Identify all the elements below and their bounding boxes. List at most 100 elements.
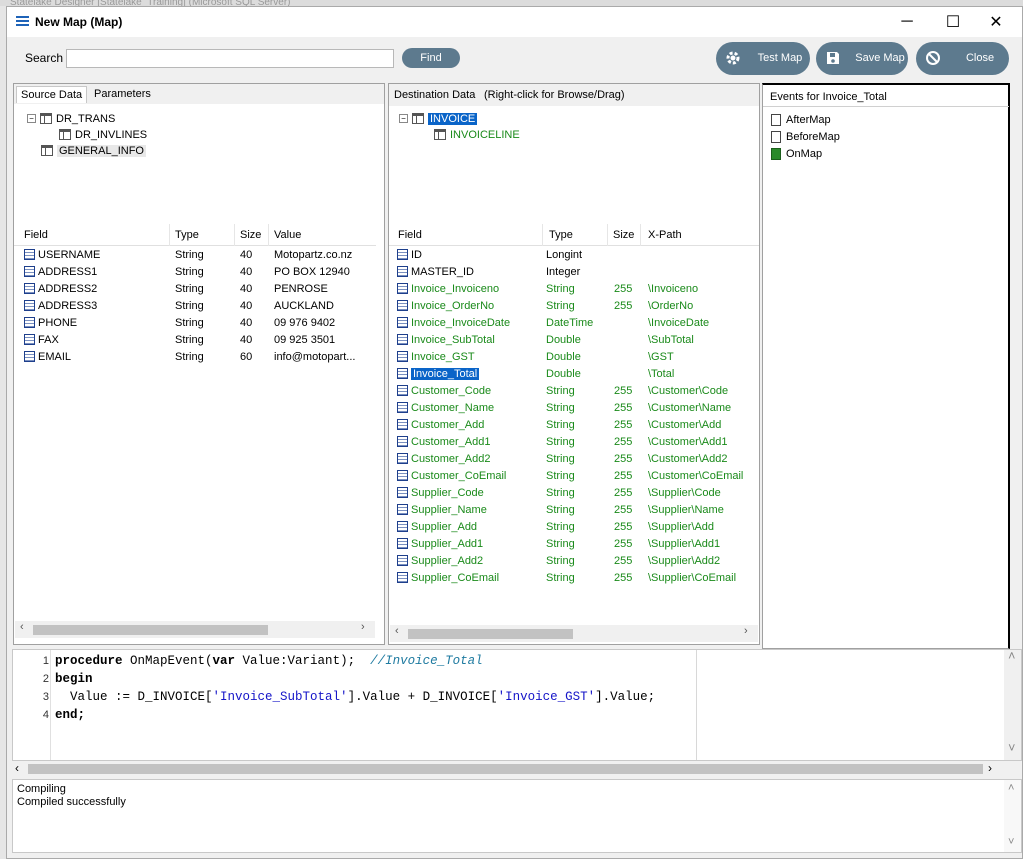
table-row[interactable]: Invoice_SubTotal Double \SubTotal (389, 332, 759, 349)
maximize-button[interactable]: ☐ (930, 7, 976, 37)
column-header-field[interactable]: Field (398, 229, 422, 241)
table-row[interactable]: ADDRESS2 String 40 PENROSE (14, 281, 376, 298)
column-divider[interactable] (169, 224, 170, 246)
code-token: Value:Variant); (235, 654, 371, 668)
field-name: Supplier_CoEmail (411, 572, 500, 584)
scroll-right-icon[interactable]: › (361, 621, 365, 633)
tree-node-general-info[interactable]: GENERAL_INFO (41, 143, 146, 158)
save-map-button[interactable]: Save Map (816, 42, 908, 75)
xpath-cell: \Total (648, 368, 675, 380)
table-row[interactable]: Supplier_Code String 255 \Supplier\Code (389, 485, 759, 502)
column-divider[interactable] (607, 224, 608, 246)
test-map-label: Test Map (757, 52, 803, 64)
scroll-right-icon[interactable]: › (744, 625, 748, 637)
table-row[interactable]: Customer_Code String 255 \Customer\Code (389, 383, 759, 400)
column-divider[interactable] (542, 224, 543, 246)
size-cell: 255 (614, 572, 633, 584)
size-cell: 40 (240, 317, 253, 329)
field-icon (24, 266, 35, 277)
table-row[interactable]: Supplier_CoEmail String 255 \Supplier\CoEma… (389, 570, 759, 587)
test-map-button[interactable]: Test Map (716, 42, 810, 75)
xpath-cell: \Customer\Add (648, 419, 722, 431)
column-divider[interactable] (640, 224, 641, 246)
table-row[interactable]: Supplier_Add2 String 255 \Supplier\Add2 (389, 553, 759, 570)
code-token: var (212, 654, 236, 668)
field-name: Invoice_SubTotal (411, 334, 495, 346)
table-row[interactable]: Customer_Add2 String 255 \Customer\Add2 (389, 451, 759, 468)
scroll-down-icon[interactable]: ˅ (1008, 836, 1014, 848)
scroll-left-icon[interactable]: ‹ (15, 761, 19, 775)
table-row[interactable]: Invoice_OrderNo String 255 \OrderNo (389, 298, 759, 315)
table-row[interactable]: Supplier_Name String 255 \Supplier\Name (389, 502, 759, 519)
column-header-size[interactable]: Size (613, 229, 634, 241)
collapse-icon[interactable]: − (399, 114, 408, 123)
code-vertical-scrollbar[interactable]: ˄ ˅ (1004, 650, 1021, 760)
field-icon (397, 555, 408, 566)
scroll-down-icon[interactable]: ˅ (1008, 742, 1016, 756)
field-cell: Customer_CoEmail (397, 470, 506, 482)
scrollbar-thumb[interactable] (33, 625, 268, 635)
table-row[interactable]: EMAIL String 60 info@motopart... (14, 349, 376, 366)
table-row[interactable]: ADDRESS3 String 40 AUCKLAND (14, 298, 376, 315)
scrollbar-thumb[interactable] (408, 629, 573, 639)
column-divider[interactable] (234, 224, 235, 246)
table-row[interactable]: MASTER_ID Integer (389, 264, 759, 281)
column-header-value[interactable]: Value (274, 229, 301, 241)
table-row[interactable]: ID Longint (389, 247, 759, 264)
column-header-type[interactable]: Type (549, 229, 573, 241)
event-item-aftermap[interactable]: AfterMap (771, 112, 831, 127)
tree-node-invoice[interactable]: − INVOICE (399, 111, 478, 126)
value-cell: PO BOX 12940 (274, 266, 350, 278)
menu-icon[interactable] (16, 16, 29, 27)
column-divider[interactable] (268, 224, 269, 246)
source-horizontal-scrollbar[interactable]: ‹ › (15, 621, 375, 638)
table-row[interactable]: Customer_Add1 String 255 \Customer\Add1 (389, 434, 759, 451)
tree-node-dr-invlines[interactable]: DR_INVLINES (59, 127, 147, 142)
table-row[interactable]: FAX String 40 09 925 3501 (14, 332, 376, 349)
collapse-icon[interactable]: − (27, 114, 36, 123)
close-window-button[interactable]: ✕ (973, 7, 1019, 37)
field-icon (397, 453, 408, 464)
table-row[interactable]: Invoice_Total Double \Total (389, 366, 759, 383)
find-button[interactable]: Find (402, 48, 460, 68)
scroll-left-icon[interactable]: ‹ (20, 621, 24, 633)
table-row[interactable]: Supplier_Add1 String 255 \Supplier\Add1 (389, 536, 759, 553)
line-number: 4 (42, 709, 49, 721)
scroll-right-icon[interactable]: › (988, 761, 992, 775)
table-row[interactable]: ADDRESS1 String 40 PO BOX 12940 (14, 264, 376, 281)
tab-source-data[interactable]: Source Data (16, 86, 88, 103)
table-row[interactable]: Supplier_Add String 255 \Supplier\Add (389, 519, 759, 536)
field-icon (397, 351, 408, 362)
scroll-up-icon[interactable]: ˄ (1008, 782, 1014, 794)
event-item-onmap[interactable]: OnMap (771, 146, 822, 161)
table-row[interactable]: USERNAME String 40 Motopartz.co.nz (14, 247, 376, 264)
table-row[interactable]: Invoice_GST Double \GST (389, 349, 759, 366)
output-vertical-scrollbar[interactable]: ˄ ˅ (1004, 780, 1021, 852)
scroll-left-icon[interactable]: ‹ (395, 625, 399, 637)
destination-horizontal-scrollbar[interactable]: ‹ › (390, 625, 758, 642)
event-item-beforemap[interactable]: BeforeMap (771, 129, 840, 144)
column-header-field[interactable]: Field (24, 229, 48, 241)
tree-node-invoiceline[interactable]: INVOICELINE (434, 127, 520, 142)
field-icon (24, 283, 35, 294)
code-editor[interactable]: 1 procedure OnMapEvent(var Value:Variant)… (12, 649, 1022, 761)
table-row[interactable]: Invoice_Invoiceno String 255 \Invoiceno (389, 281, 759, 298)
column-header-xpath[interactable]: X-Path (648, 229, 682, 241)
table-row[interactable]: Invoice_InvoiceDate DateTime \InvoiceDate (389, 315, 759, 332)
table-row[interactable]: PHONE String 40 09 976 9402 (14, 315, 376, 332)
close-button[interactable]: Close (916, 42, 1009, 75)
scroll-up-icon[interactable]: ˄ (1008, 650, 1016, 664)
type-cell: String (546, 470, 575, 482)
scrollbar-thumb[interactable] (28, 764, 983, 774)
table-row[interactable]: Customer_Add String 255 \Customer\Add (389, 417, 759, 434)
column-header-size[interactable]: Size (240, 229, 261, 241)
table-row[interactable]: Customer_CoEmail String 255 \Customer\CoEma… (389, 468, 759, 485)
code-horizontal-scrollbar[interactable]: ‹ › (12, 761, 1022, 776)
minimize-button[interactable]: ─ (884, 7, 930, 37)
column-header-type[interactable]: Type (175, 229, 199, 241)
type-cell: Double (546, 351, 581, 363)
search-input[interactable] (66, 49, 394, 68)
tree-node-dr-trans[interactable]: − DR_TRANS (27, 111, 115, 126)
tab-parameters[interactable]: Parameters (90, 86, 155, 103)
table-row[interactable]: Customer_Name String 255 \Customer\Name (389, 400, 759, 417)
